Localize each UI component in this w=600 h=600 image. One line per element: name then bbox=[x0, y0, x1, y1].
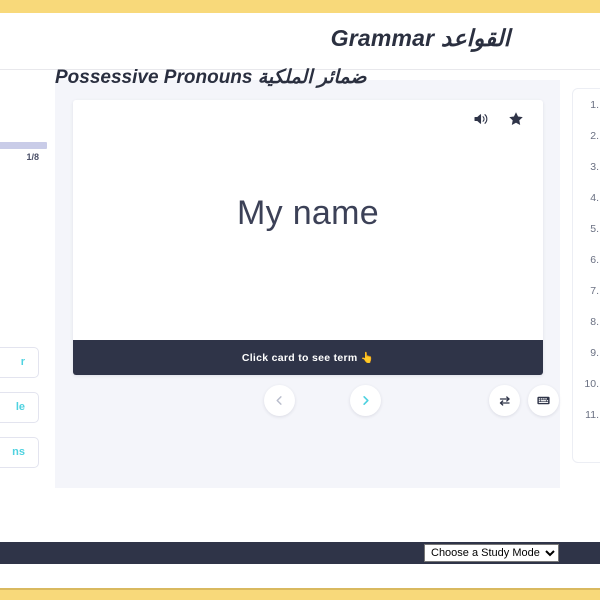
flashcard-controls bbox=[73, 385, 559, 425]
shuffle-icon[interactable] bbox=[489, 385, 520, 416]
progress-bar bbox=[0, 142, 47, 149]
app-header: Grammar القواعد bbox=[0, 13, 600, 70]
list-item[interactable]: 2. bbox=[573, 130, 600, 161]
list-item-number: 2. bbox=[590, 130, 599, 142]
list-item-number: 5. bbox=[590, 223, 599, 235]
app-window: Grammar القواعد ards 1/8 r le ns bbox=[0, 13, 600, 588]
study-set-title: Possessive Pronouns ضمائر الملكية bbox=[55, 67, 367, 88]
card-counter: 1/8 bbox=[26, 152, 39, 162]
study-mode-select[interactable]: Choose a Study Mode bbox=[424, 544, 559, 562]
screenshot-root: Grammar القواعد ards 1/8 r le ns bbox=[0, 0, 600, 600]
list-item[interactable]: 6. bbox=[573, 254, 600, 285]
speaker-icon[interactable] bbox=[472, 110, 490, 128]
flashcard-tools bbox=[472, 110, 525, 128]
list-item-number: 7. bbox=[590, 285, 599, 297]
list-item-number: 6. bbox=[590, 254, 599, 266]
list-item[interactable]: 9. bbox=[573, 347, 600, 378]
next-card-button[interactable] bbox=[350, 385, 381, 416]
list-item-number: 3. bbox=[590, 161, 599, 173]
keyboard-icon[interactable] bbox=[528, 385, 559, 416]
list-item[interactable]: 5. bbox=[573, 223, 600, 254]
flashcard-face: My name bbox=[73, 100, 543, 329]
list-item-number: 1. bbox=[590, 99, 599, 111]
list-item-number: 11. bbox=[585, 409, 599, 421]
sidebar-button-1-label: r bbox=[20, 356, 25, 368]
page-frame-bottom bbox=[0, 588, 600, 600]
page-bottom-whitespace bbox=[0, 564, 600, 588]
list-item[interactable]: 11. bbox=[573, 409, 600, 440]
list-item-number: 8. bbox=[590, 316, 599, 328]
list-item-number: 4. bbox=[590, 192, 599, 204]
previous-card-button[interactable] bbox=[264, 385, 295, 416]
list-item[interactable]: 1. bbox=[573, 99, 600, 130]
left-sidebar: ards 1/8 r le ns bbox=[0, 70, 47, 488]
sidebar-button-3-label: ns bbox=[12, 446, 25, 458]
flashcard-stage: Possessive Pronouns ضمائر الملكية My nam… bbox=[55, 67, 560, 488]
list-item[interactable]: 10. bbox=[573, 378, 600, 409]
list-item-number: 9. bbox=[590, 347, 599, 359]
sidebar-button-1[interactable]: r bbox=[0, 347, 39, 378]
page-title: Grammar القواعد bbox=[330, 25, 510, 51]
list-item-number: 10. bbox=[584, 378, 599, 390]
flashcard-hint: Click card to see term 👆 bbox=[73, 340, 543, 375]
list-item[interactable]: 7. bbox=[573, 285, 600, 316]
app-body: ards 1/8 r le ns Possessive Pronouns ضما… bbox=[0, 67, 600, 588]
flashcard[interactable]: My name Click card to see term 👆 bbox=[73, 100, 543, 375]
star-icon[interactable] bbox=[507, 110, 525, 128]
list-item[interactable]: 3. bbox=[573, 161, 600, 192]
list-item[interactable]: 4. bbox=[573, 192, 600, 223]
flashcard-term: My name bbox=[237, 193, 379, 232]
sidebar-button-2[interactable]: le bbox=[0, 392, 39, 423]
sidebar-button-3[interactable]: ns bbox=[0, 437, 39, 468]
list-item[interactable]: 8. bbox=[573, 316, 600, 347]
term-list-panel[interactable]: 1. 2. 3. 4. 5. 6. 7. 8. 9. 10. 11. bbox=[572, 88, 600, 463]
bottom-toolbar: study set Choose a Study Mode bbox=[0, 542, 600, 564]
page-frame-top bbox=[0, 0, 600, 13]
sidebar-button-2-label: le bbox=[15, 401, 25, 413]
